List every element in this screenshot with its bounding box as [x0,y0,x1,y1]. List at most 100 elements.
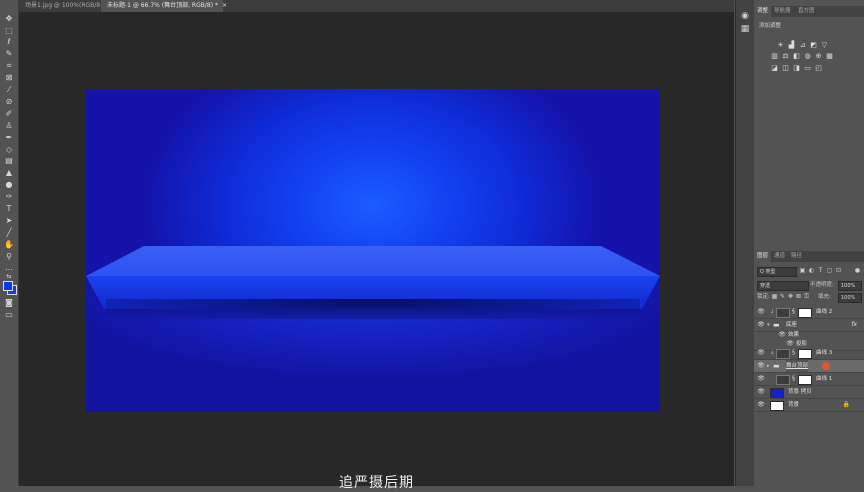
quick-mask-icon[interactable]: ◙ [3,298,15,307]
fill-input[interactable]: 100% [838,293,862,303]
more-tools-icon[interactable]: … [3,263,15,272]
tab-scene-1[interactable]: 场景1.jpg @ 100%(RGB/8#) *× [19,0,121,12]
lock-artboard-icon[interactable]: ⊠ [795,293,802,301]
adjustments-title: 添加调整 [759,23,782,29]
zoom-tool-icon[interactable]: ⚲ [3,252,15,261]
tab-layers[interactable]: 图层 [754,251,772,262]
layer-name[interactable]: 舞台顶部 [786,360,809,372]
stage-shadow [106,299,640,319]
healing-tool-icon[interactable]: ⊘ [3,97,15,106]
crop-tool-icon[interactable]: ⌗ [3,61,15,70]
layer-row[interactable]: 👁 § 曲线 1 [754,373,864,386]
screen-mode-icon[interactable]: ▭ [3,310,15,319]
line-tool-icon[interactable]: ╱ [3,228,15,237]
mask-thumbnail [798,375,812,385]
libraries-icon[interactable]: ▦ [740,24,750,34]
type-filter-icon[interactable]: T [817,267,824,275]
shape-filter-icon[interactable]: ▢ [826,267,833,275]
color-lookup-icon[interactable]: ▦ [825,52,834,60]
clip-arrow-icon: ↓ [770,309,775,315]
eye-icon[interactable]: 👁 [757,306,765,318]
blur-tool-icon[interactable]: ▲ [3,168,15,177]
layer-thumbnail [770,388,784,398]
curves-adjustment-thumbnail [776,308,790,318]
lasso-tool-icon[interactable]: ℓ [3,37,15,46]
layer-row-selected[interactable]: 👁 ▸ ▬ 舞台顶部 [754,360,864,373]
posterize-icon[interactable]: ◫ [781,64,790,72]
dodge-tool-icon[interactable]: ● [3,180,15,189]
panel-icon-strip: ◉ ▦ [735,0,755,486]
stamp-tool-icon[interactable]: ♙ [3,121,15,130]
layer-filter-row: Q 类型 ▣ ◐ T ▢ ⊡ ● [754,266,864,277]
tab-channels[interactable]: 通道 [771,251,788,262]
folder-icon: ▬ [773,362,780,370]
close-icon[interactable]: × [222,2,227,9]
learn-icon[interactable]: ◉ [740,11,750,21]
blend-mode-select[interactable]: 穿透 [757,281,809,291]
tab-navigator[interactable]: 导航器 [771,6,794,17]
eraser-tool-icon[interactable]: ◇ [3,145,15,154]
eye-icon[interactable]: 👁 [757,360,765,372]
pen-tool-icon[interactable]: ✑ [3,192,15,201]
pixel-filter-icon[interactable]: ▣ [799,267,806,275]
hand-tool-icon[interactable]: ✋ [3,240,15,249]
quick-select-tool-icon[interactable]: ✎ [3,49,15,58]
layer-name: 背景 [788,402,800,408]
path-select-tool-icon[interactable]: ➤ [3,216,15,225]
document-canvas[interactable] [86,89,660,412]
lock-label: 锁定: [757,294,770,300]
tab-adjustments[interactable]: 调整 [754,6,772,17]
tab-histogram[interactable]: 直方图 [795,6,818,17]
lock-all-icon[interactable]: ⚿ [803,293,810,301]
layer-row[interactable]: 👁 ↓ § 曲线 2 [754,306,864,319]
move-tool-icon[interactable]: ✥ [3,14,15,23]
threshold-icon[interactable]: ◨ [792,64,801,72]
brush-tool-icon[interactable]: ✐ [3,109,15,118]
lock-pixels-icon[interactable]: ✎ [779,293,786,301]
mouse-cursor-highlight [822,362,830,370]
tab-untitled-1[interactable]: 未标题-1 @ 66.7% (舞台顶部, RGB/8) * × [101,0,227,12]
eye-icon[interactable]: 👁 [757,399,765,411]
tab-paths[interactable]: 路径 [788,251,805,262]
chain-link-icon[interactable]: § [790,349,797,357]
gradient-map-icon[interactable]: ▭ [803,64,812,72]
swap-colors-icon[interactable]: ⇆ [3,272,15,281]
smart-filter-icon[interactable]: ⊡ [835,267,842,275]
adjustment-filter-icon[interactable]: ◐ [808,267,815,275]
invert-icon[interactable]: ◪ [770,64,779,72]
selective-color-icon[interactable]: ◰ [814,64,823,72]
marquee-tool-icon[interactable]: ⬚ [3,26,15,35]
adjustments-tabbar: 调整 导航器 直方图 [754,6,864,17]
eye-icon[interactable]: 👁 [757,373,765,385]
lock-position-icon[interactable]: ✥ [787,293,794,301]
layer-row[interactable]: 👁 ↓ § 曲线 3 [754,347,864,360]
stage-top-surface [86,246,660,276]
eye-icon[interactable]: 👁 [757,347,765,359]
opacity-input[interactable]: 100% [838,281,862,291]
gradient-tool-icon[interactable]: ▤ [3,156,15,165]
document-tab-bar: 场景1.jpg @ 100%(RGB/8#) *× 未标题-1 @ 66.7% … [19,0,734,13]
layer-row[interactable]: 👁 背景 🔒 [754,399,864,412]
layer-row[interactable]: 👁 背景 拷贝 [754,386,864,399]
right-panels: 调整 导航器 直方图 添加调整 ☀ ▟ ⊿ ◩ ▽ ▥ ⚖ ◧ ◍ ⊕ ▦ ◪ ◫ ◨ ▭ ◰ 图层 通道… [754,0,864,486]
eye-icon[interactable]: 👁 [757,386,765,398]
document-workspace[interactable]: 追严摄后期 [19,13,734,491]
eyedropper-tool-icon[interactable]: ⁄ [3,85,15,94]
type-tool-icon[interactable]: T [3,204,15,213]
adjustment-icons-row-2: ▥ ⚖ ◧ ◍ ⊕ ▦ [770,43,836,60]
filter-toggle-icon[interactable]: ● [854,267,861,275]
chain-link-icon[interactable]: § [790,308,797,316]
layer-kind-filter[interactable]: Q 类型 [757,267,797,277]
history-brush-tool-icon[interactable]: ✒ [3,133,15,142]
tools-panel: ✥ ⬚ ℓ ✎ ⌗ ⊠ ⁄ ⊘ ✐ ♙ ✒ ◇ ▤ ▲ ● ✑ T ➤ ╱ ✋ … [0,0,19,486]
foreground-color-swatch[interactable] [3,281,13,291]
fill-label: 填充: [818,294,831,300]
chevron-right-icon[interactable]: ▸ [767,360,770,372]
tab-label: 场景1.jpg @ 100%(RGB/8#) * [25,2,113,9]
adjustment-icons-row-3: ◪ ◫ ◨ ▭ ◰ [770,55,825,72]
frame-tool-icon[interactable]: ⊠ [3,73,15,82]
curves-adjustment-thumbnail [776,375,790,385]
layer-thumbnail [770,401,784,411]
lock-transparent-icon[interactable]: ▦ [771,293,778,301]
chain-link-icon[interactable]: § [790,375,797,383]
